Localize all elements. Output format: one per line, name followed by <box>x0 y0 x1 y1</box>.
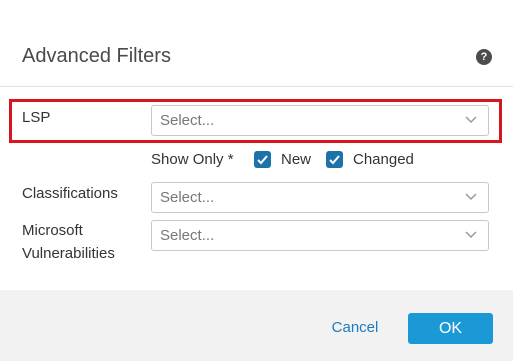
dialog-footer: Cancel OK <box>0 290 513 361</box>
show-only-label: Show Only * <box>151 151 234 168</box>
cancel-button[interactable]: Cancel <box>318 318 392 338</box>
chevron-down-icon <box>465 116 477 124</box>
help-icon[interactable]: ? <box>476 49 492 65</box>
microsoft-vulnerabilities-label: Microsoft Vulnerabilities <box>22 219 115 265</box>
new-checkbox-label: New <box>281 151 312 168</box>
changed-checkbox-label: Changed <box>353 151 414 168</box>
lsp-label: LSP <box>22 109 51 126</box>
new-checkbox[interactable] <box>254 151 271 168</box>
chevron-down-icon <box>465 193 477 201</box>
microsoft-vulnerabilities-label-line1: Microsoft <box>22 222 83 239</box>
header-divider <box>0 86 513 87</box>
dialog-title: Advanced Filters <box>22 45 171 67</box>
chevron-down-icon <box>465 231 477 239</box>
ok-button[interactable]: OK <box>408 313 493 344</box>
classifications-select-placeholder: Select... <box>160 189 215 206</box>
lsp-select-placeholder: Select... <box>160 112 215 129</box>
lsp-select[interactable]: Select... <box>151 105 489 136</box>
check-icon <box>257 155 268 165</box>
advanced-filters-dialog: Advanced Filters ? LSP Select... Show On… <box>0 0 513 361</box>
check-icon <box>329 155 340 165</box>
microsoft-vulnerabilities-select[interactable]: Select... <box>151 220 489 251</box>
classifications-label: Classifications <box>22 185 118 202</box>
classifications-select[interactable]: Select... <box>151 182 489 213</box>
changed-checkbox[interactable] <box>326 151 343 168</box>
microsoft-vulnerabilities-label-line2: Vulnerabilities <box>22 245 115 262</box>
microsoft-vulnerabilities-select-placeholder: Select... <box>160 227 215 244</box>
